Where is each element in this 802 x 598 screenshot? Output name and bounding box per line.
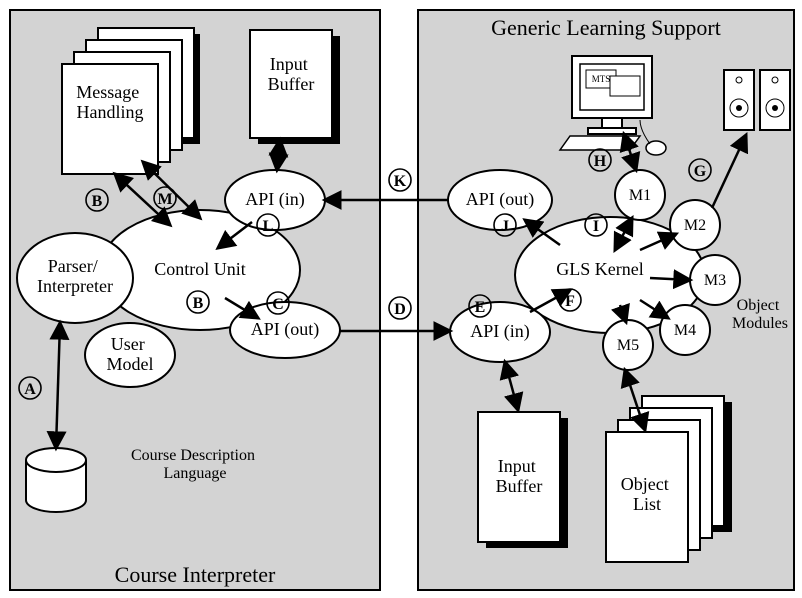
svg-text:M: M [157, 191, 172, 208]
right-input-buffer-label: Input Buffer [496, 456, 543, 496]
svg-text:I: I [593, 218, 599, 235]
object-modules-label: Object Modules [732, 297, 788, 332]
api-in-left-label: API (in) [245, 189, 305, 210]
svg-text:B: B [92, 193, 103, 210]
message-handling-label: Message Handling [76, 82, 143, 122]
left-input-buffer: Input Buffer [250, 30, 340, 144]
user-model-label: User Model [107, 334, 154, 374]
cdl-cylinder [26, 448, 86, 512]
m3-label: M3 [704, 272, 726, 289]
right-title: Generic Learning Support [491, 15, 721, 40]
svg-text:L: L [263, 218, 274, 235]
svg-text:H: H [594, 153, 607, 170]
letter-D: D [389, 297, 411, 319]
svg-text:K: K [394, 173, 407, 190]
letter-K: K [389, 169, 411, 191]
api-in-right-label: API (in) [470, 321, 530, 342]
svg-text:D: D [394, 301, 406, 318]
svg-text:C: C [272, 296, 284, 313]
right-input-buffer: Input Buffer [478, 412, 568, 548]
svg-text:F: F [565, 293, 575, 310]
mts-label: MTS [592, 74, 611, 84]
control-unit-label: Control Unit [154, 259, 246, 279]
left-title: Course Interpreter [115, 562, 276, 587]
svg-text:J: J [501, 218, 509, 235]
m4-label: M4 [674, 322, 696, 339]
gls-kernel-label: GLS Kernel [556, 259, 643, 279]
api-out-left-label: API (out) [251, 319, 320, 340]
left-input-buffer-label: Input Buffer [268, 54, 315, 94]
svg-text:E: E [475, 299, 486, 316]
svg-text:B: B [193, 295, 204, 312]
m1-label: M1 [629, 187, 651, 204]
m2-label: M2 [684, 217, 706, 234]
parser-label: Parser/ Interpreter [37, 256, 113, 296]
api-out-right-label: API (out) [466, 189, 535, 210]
m5-label: M5 [617, 337, 639, 354]
svg-text:G: G [694, 163, 707, 180]
svg-text:A: A [24, 381, 36, 398]
